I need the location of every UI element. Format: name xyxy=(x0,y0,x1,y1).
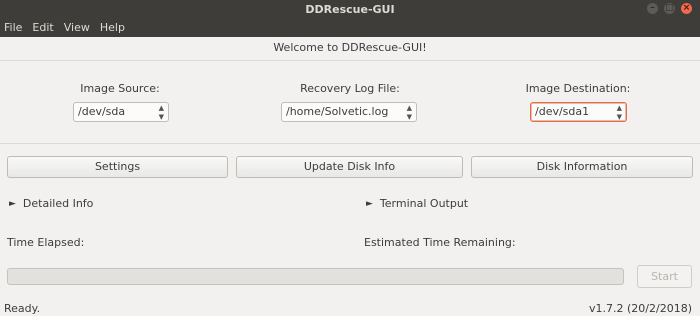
image-source-value: /dev/sda xyxy=(78,105,126,118)
start-button[interactable]: Start xyxy=(637,265,692,288)
detailed-info-label: Detailed Info xyxy=(22,197,94,210)
spinner-arrows-icon: ▲ ▼ xyxy=(406,104,412,121)
progress-bar xyxy=(7,268,624,285)
disk-information-button[interactable]: Disk Information xyxy=(471,156,693,178)
menu-view[interactable]: View xyxy=(59,19,95,37)
recovery-log-value: /home/Solvetic.log xyxy=(286,105,389,118)
menu-file[interactable]: File xyxy=(0,19,27,37)
spinner-arrows-icon: ▲ ▼ xyxy=(616,104,622,121)
welcome-message: Welcome to DDRescue-GUI! xyxy=(273,41,427,54)
update-disk-info-button[interactable]: Update Disk Info xyxy=(236,156,463,178)
time-elapsed-label: Time Elapsed: xyxy=(7,236,85,249)
image-destination-label: Image Destination: xyxy=(525,82,631,95)
triangle-right-icon: ► xyxy=(366,198,373,209)
window-controls: – □ × xyxy=(647,3,692,14)
spinner-arrows-icon: ▲ ▼ xyxy=(158,104,164,121)
window-title: DDRescue-GUI xyxy=(305,3,395,16)
detailed-info-expander[interactable]: ► Detailed Info xyxy=(9,197,93,210)
separator-middle xyxy=(0,143,700,144)
separator-top xyxy=(0,60,700,61)
triangle-right-icon: ► xyxy=(9,198,16,209)
terminal-output-expander[interactable]: ► Terminal Output xyxy=(366,197,468,210)
title-bar: DDRescue-GUI – □ × xyxy=(0,0,700,19)
menu-bar: File Edit View Help xyxy=(0,19,700,37)
terminal-output-label: Terminal Output xyxy=(379,197,469,210)
maximize-button[interactable]: □ xyxy=(664,3,675,14)
menu-edit[interactable]: Edit xyxy=(27,19,58,37)
status-message: Ready. xyxy=(4,302,41,315)
image-destination-value: /dev/sda1 xyxy=(535,105,590,118)
recovery-log-combo[interactable]: /home/Solvetic.log ▲ ▼ xyxy=(281,102,417,122)
close-button[interactable]: × xyxy=(681,3,692,14)
image-source-label: Image Source: xyxy=(80,82,160,95)
menu-help[interactable]: Help xyxy=(95,19,130,37)
image-source-combo[interactable]: /dev/sda ▲ ▼ xyxy=(73,102,169,122)
minimize-button[interactable]: – xyxy=(647,3,658,14)
settings-button[interactable]: Settings xyxy=(7,156,228,178)
recovery-log-label: Recovery Log File: xyxy=(300,82,400,95)
estimated-time-remaining-label: Estimated Time Remaining: xyxy=(364,236,516,249)
image-destination-combo[interactable]: /dev/sda1 ▲ ▼ xyxy=(530,102,627,122)
version-label: v1.7.2 (20/2/2018) xyxy=(589,302,692,315)
